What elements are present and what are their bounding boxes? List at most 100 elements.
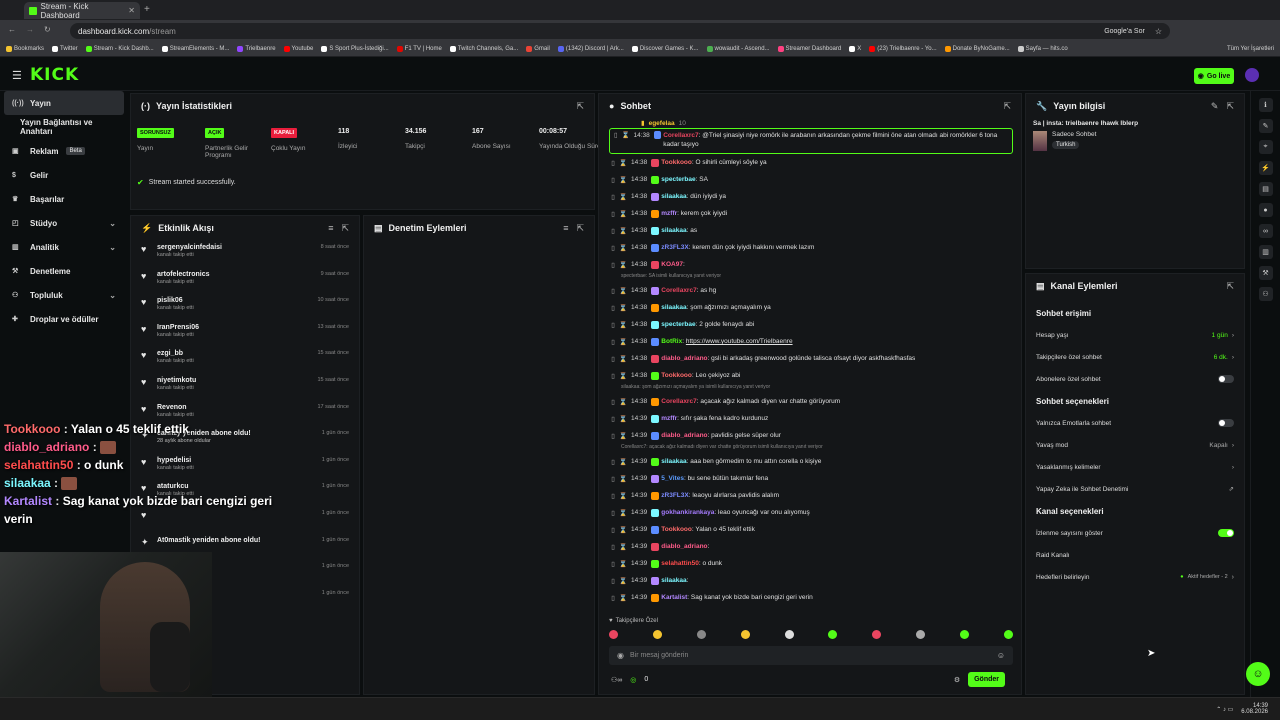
trash-icon[interactable]: ▯ [609, 594, 617, 602]
chat-username[interactable]: mzffr [661, 210, 677, 217]
chat-username[interactable]: silaakaa [661, 304, 686, 311]
trash-icon[interactable]: ▯ [609, 398, 617, 406]
chat-message[interactable]: ▯ ⌛ 14:38 silaakaa: dün iyiydi ya [609, 188, 1013, 205]
chat-message[interactable]: ▯ ⌛ 14:39 Tookkooo: Yalan o 45 teklif ettik [609, 521, 1013, 538]
timeout-icon[interactable]: ⌛ [619, 415, 627, 423]
timeout-icon[interactable]: ⌛ [619, 193, 627, 201]
chat-username[interactable]: selahattin50 [661, 560, 699, 567]
chat-username[interactable]: silaakaa [661, 227, 686, 234]
chat-message[interactable]: ▯ ⌛ 14:38 silaakaa: şom ağzımızı açmayalım … [609, 299, 1013, 316]
timeout-icon[interactable]: ⌛ [619, 475, 627, 483]
users-icon[interactable]: ⚇∞ [611, 676, 622, 684]
account-age-row[interactable]: Hesap yaşı 1 gün › [1026, 324, 1244, 346]
browser-tab[interactable]: Stream - Kick Dashboard ✕ [24, 2, 140, 20]
trash-icon[interactable]: ▯ [609, 372, 617, 380]
chat-username[interactable]: silaakaa [661, 577, 686, 584]
bookmark-item[interactable]: X [849, 46, 861, 52]
chat-username[interactable]: specterbae [661, 321, 695, 328]
trash-icon[interactable]: ▯ [609, 509, 617, 517]
bookmark-item[interactable]: (1342) Discord | Ark... [557, 46, 624, 52]
chat-username[interactable]: 5_Vites [661, 475, 684, 482]
trash-icon[interactable]: ▯ [609, 560, 617, 568]
timeout-icon[interactable]: ⌛ [619, 543, 627, 551]
bookmark-item[interactable]: Sayfa — hits.co [1017, 46, 1068, 52]
sidebar-item-2[interactable]: Yayın Bağlantısı ve Anahtarı [0, 115, 128, 139]
emote-icon[interactable] [1003, 630, 1013, 639]
chat-username[interactable]: specterbae [661, 176, 695, 183]
sidebar-item-7[interactable]: ▥ Analitik ⌄ [0, 235, 128, 259]
chat-username[interactable]: Tookkooo [661, 526, 692, 533]
chat-username[interactable]: Tookkooo [661, 372, 692, 379]
kick-logo[interactable]: KICK [30, 65, 79, 85]
document-icon[interactable]: ▤ [1258, 182, 1273, 196]
scan-icon[interactable]: ⌖ [1258, 140, 1273, 154]
popout-icon[interactable]: ⇱ [1226, 281, 1234, 292]
bookmark-item[interactable]: Stream - Kick Dashb... [85, 46, 154, 52]
wrench-icon[interactable]: ⚒ [1258, 266, 1273, 280]
emote-icon[interactable] [740, 630, 750, 639]
bookmark-item[interactable]: Bookmarks [6, 46, 44, 52]
bookmark-item[interactable]: wowaudit - Ascend... [706, 46, 770, 52]
timeout-icon[interactable]: ⌛ [619, 176, 627, 184]
emote-icon[interactable] [828, 630, 838, 639]
trash-icon[interactable]: ▯ [609, 415, 617, 423]
timeout-icon[interactable]: ⌛ [619, 244, 627, 252]
chat-message[interactable]: ▯ ⌛ 14:39 mzffr: sıfır şaka fena kadro kurd… [609, 410, 1013, 427]
emote-icon[interactable] [652, 630, 662, 639]
chat-message[interactable]: ▯ ⌛ 14:39 diablo_adriano: pavlidis gelse sü… [609, 427, 1013, 444]
timeout-icon[interactable]: ⌛ [619, 509, 627, 517]
new-tab-button[interactable]: + [144, 4, 150, 15]
trash-icon[interactable]: ▯ [609, 458, 617, 466]
show-viewers-toggle[interactable] [1218, 529, 1234, 537]
all-bookmarks[interactable]: Tüm Yer İşaretleri [1227, 46, 1274, 52]
sidebar-item-1[interactable]: ((·)) Yayın [4, 91, 124, 115]
trash-icon[interactable]: ▯ [609, 244, 617, 252]
bookmark-item[interactable]: Streamer Dashboard [777, 46, 841, 52]
chat-message[interactable]: ▯ ⌛ 14:38 Tookkooo: Leo çekiyoz abi [609, 367, 1013, 384]
chat-message[interactable]: ▯ ⌛ 14:38 silaakaa: as [609, 222, 1013, 239]
timeout-icon[interactable]: ⌛ [619, 227, 627, 235]
popout-icon[interactable]: ⇱ [341, 223, 349, 234]
chat-username[interactable]: zR3FL3X [661, 244, 688, 251]
emote-icon[interactable] [872, 630, 882, 639]
filter-icon[interactable]: ≡ [328, 223, 333, 234]
emote-icon[interactable] [784, 630, 794, 639]
trash-icon[interactable]: ▯ [609, 338, 617, 346]
chat-username[interactable]: diablo_adriano [661, 355, 707, 362]
timeout-icon[interactable]: ⌛ [619, 355, 627, 363]
info-icon[interactable]: ℹ [1258, 98, 1273, 112]
chat-username[interactable]: zR3FL3X [661, 492, 688, 499]
chat-message[interactable]: ▯ ⌛ 14:39 Kartalist: Sag kanat yok bizde ba… [609, 589, 1013, 606]
send-button[interactable]: Gönder [968, 672, 1005, 687]
sidebar-item-3[interactable]: ▣ Reklam Beta [0, 139, 128, 163]
trash-icon[interactable]: ▯ [609, 355, 617, 363]
chat-username[interactable]: silaakaa [661, 193, 686, 200]
timeout-icon[interactable]: ⌛ [619, 210, 627, 218]
sidebar-item-9[interactable]: ⚇ Topluluk ⌄ [0, 283, 128, 307]
timeout-icon[interactable]: ⌛ [619, 560, 627, 568]
chat-username[interactable]: Kartalist [661, 594, 687, 601]
bookmark-item[interactable]: Youtube [283, 46, 313, 52]
slow-mode-row[interactable]: Yavaş mod Kapalı › [1026, 434, 1244, 456]
chat-message[interactable]: ▯ ⌛ 14:38 mzffr: kerem çok iyiydi [609, 205, 1013, 222]
trash-icon[interactable]: ▯ [612, 131, 619, 140]
bookmark-item[interactable]: (23) Trielbaenre - Yo... [869, 46, 937, 52]
raid-row[interactable]: Raid Kanalı [1026, 544, 1244, 566]
timeout-icon[interactable]: ⌛ [619, 577, 627, 585]
bookmark-item[interactable]: Twitch Channels, Ga... [449, 46, 518, 52]
chat-input[interactable]: ◉ Bir mesaj gönderin ☺ [609, 646, 1013, 665]
timeout-icon[interactable]: ⌛ [619, 458, 627, 466]
chat-message[interactable]: ▯ ⌛ 14:39 5_Vites: bu sene bütün takımlar f… [609, 470, 1013, 487]
star-icon[interactable]: ☆ [1155, 27, 1162, 36]
trash-icon[interactable]: ▯ [609, 159, 617, 167]
timeout-icon[interactable]: ⌛ [619, 594, 627, 602]
chat-message[interactable]: ▯ ⌛ 14:39 silaakaa: [609, 572, 1013, 589]
chat-username[interactable]: silaakaa [661, 458, 686, 465]
chat-username[interactable]: Corellaxrc7 [661, 287, 696, 294]
back-icon[interactable]: ← [8, 25, 16, 34]
sidebar-item-8[interactable]: ⚒ Denetleme [0, 259, 128, 283]
chat-message[interactable]: ▯ ⌛ 14:39 silaakaa: aaa ben görmedim to mu … [609, 453, 1013, 470]
trash-icon[interactable]: ▯ [609, 304, 617, 312]
gear-icon[interactable]: ⚙ [954, 676, 960, 684]
trash-icon[interactable]: ▯ [609, 227, 617, 235]
